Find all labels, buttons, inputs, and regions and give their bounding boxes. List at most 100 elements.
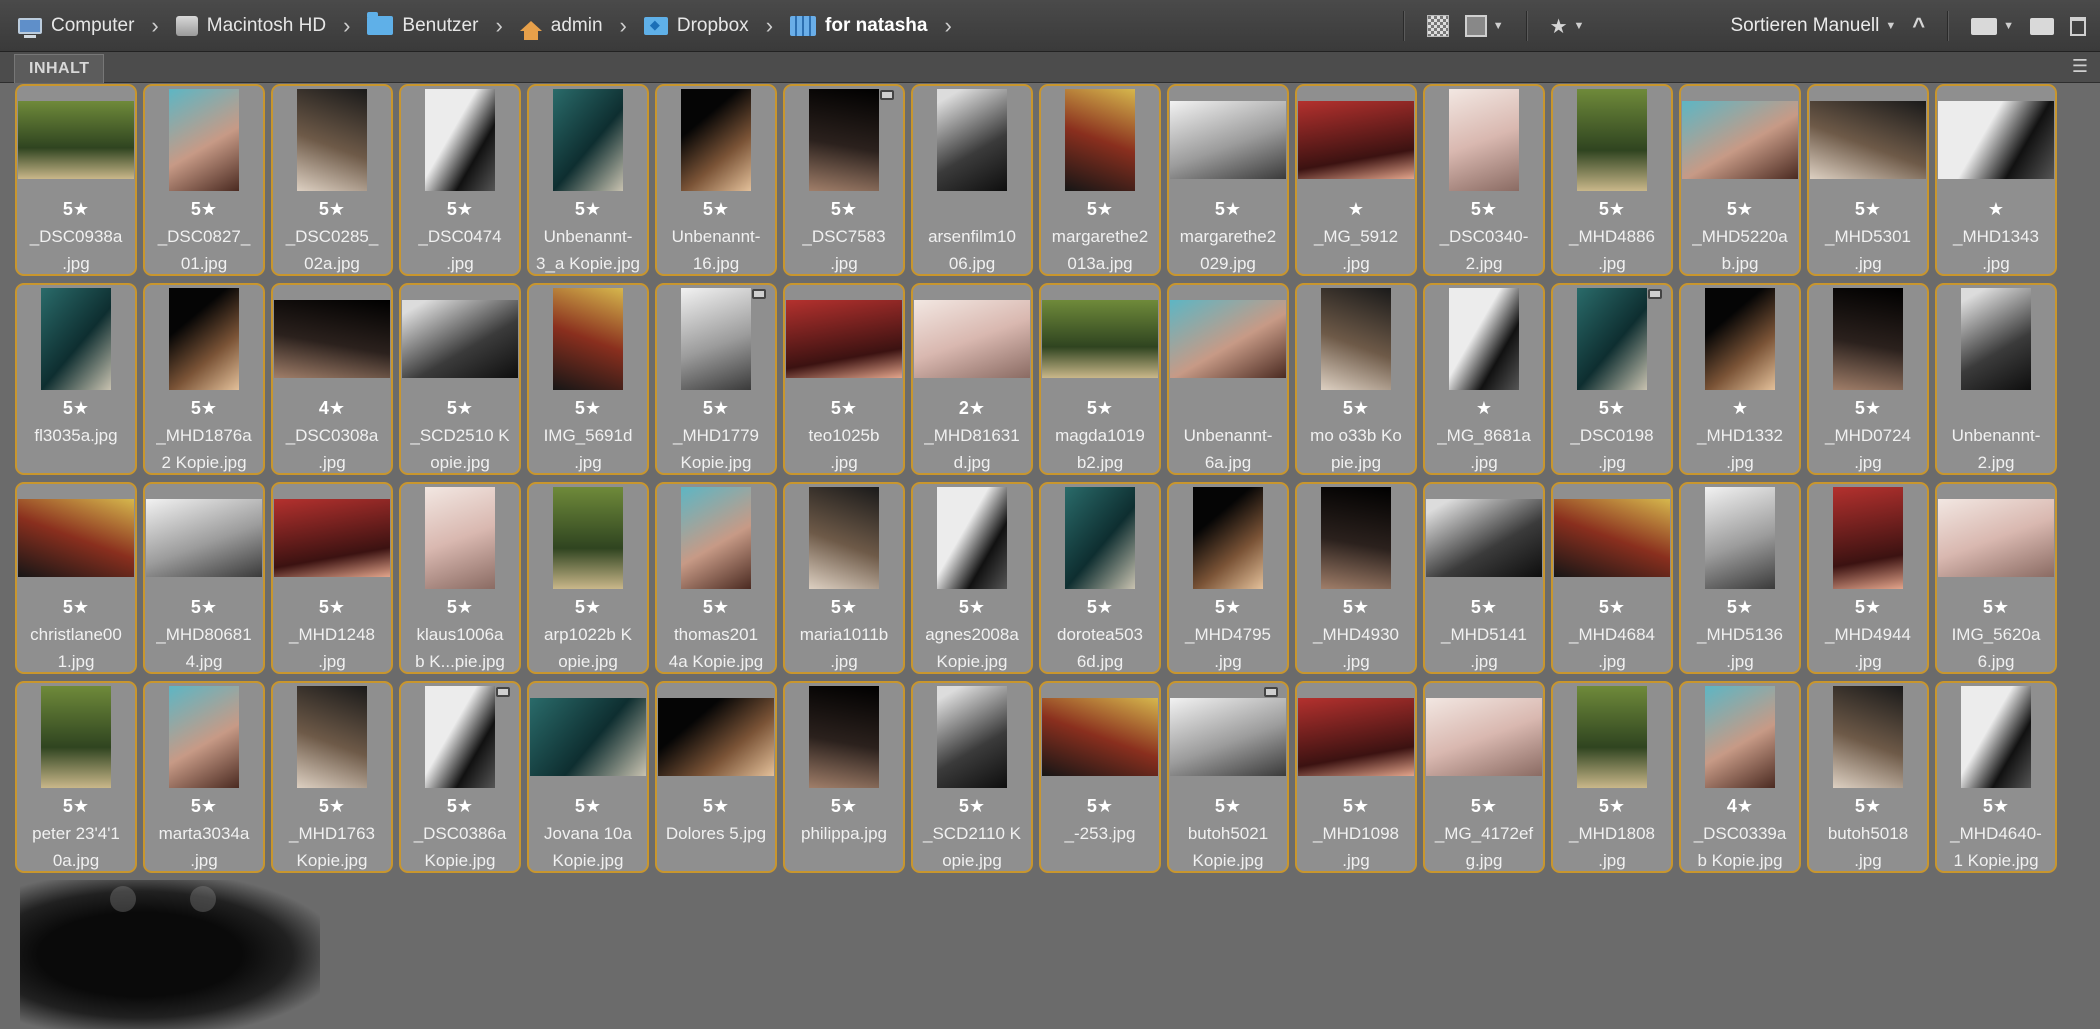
- stack-badge-icon[interactable]: [880, 90, 894, 100]
- thumbnail-item[interactable]: 5★ klaus1006a b K...pie.jpg: [399, 482, 521, 674]
- thumbnail-item[interactable]: Unbenannt- 2.jpg: [1935, 283, 2057, 475]
- thumbnail-item[interactable]: 5★ _DSC7583 .jpg: [783, 84, 905, 276]
- thumbnail-item[interactable]: 4★ _DSC0308a .jpg: [271, 283, 393, 475]
- file-name: butoh5018 .jpg: [1813, 820, 1923, 871]
- thumbnail-image-area: [1937, 486, 2055, 590]
- thumbnail-item[interactable]: 5★ _MHD1876a 2 Kopie.jpg: [143, 283, 265, 475]
- thumbnail-item[interactable]: 5★ agnes2008a Kopie.jpg: [911, 482, 1033, 674]
- thumbnail-item[interactable]: 5★ thomas201 4a Kopie.jpg: [655, 482, 777, 674]
- stack-badge-icon[interactable]: [1264, 687, 1278, 697]
- thumbnail-item[interactable]: 5★ magda1019 b2.jpg: [1039, 283, 1161, 475]
- rating-filter-button[interactable]: ★ ▼: [1542, 14, 1593, 39]
- thumbnail-item[interactable]: ★ _MHD1343 .jpg: [1935, 84, 2057, 276]
- thumbnail-item[interactable]: 5★ _MHD1808 .jpg: [1551, 681, 1673, 873]
- thumbnail-item[interactable]: 5★ _MHD5220a b.jpg: [1679, 84, 1801, 276]
- thumbnail-item[interactable]: 5★ _MHD4944 .jpg: [1807, 482, 1929, 674]
- breadcrumb-computer[interactable]: Computer: [14, 15, 138, 38]
- thumbnail-item[interactable]: 5★ _DSC0198 .jpg: [1551, 283, 1673, 475]
- thumbnail-item[interactable]: 5★ maria1011b .jpg: [783, 482, 905, 674]
- thumbnail-image-area: [913, 287, 1031, 391]
- thumbnail-item[interactable]: 5★ _DSC0938a .jpg: [15, 84, 137, 276]
- thumbnail-item[interactable]: 5★ _MHD80681 4.jpg: [143, 482, 265, 674]
- thumbnail-item[interactable]: ★ _MG_8681a .jpg: [1423, 283, 1545, 475]
- thumbnail-item[interactable]: 5★ arp1022b K opie.jpg: [527, 482, 649, 674]
- breadcrumb-benutzer[interactable]: Benutzer: [363, 12, 482, 37]
- thumbnail-item[interactable]: 5★ _MHD5136 .jpg: [1679, 482, 1801, 674]
- thumbnail-item[interactable]: 5★ margarethe2 029.jpg: [1167, 84, 1289, 276]
- thumbnail-item[interactable]: 5★ philippa.jpg: [783, 681, 905, 873]
- thumbnail-item[interactable]: 5★ _MHD4640- 1 Kopie.jpg: [1935, 681, 2057, 873]
- breadcrumb-macintosh-hd[interactable]: Macintosh HD: [172, 15, 330, 37]
- sort-dropdown[interactable]: Sortieren Manuell ▼: [1722, 15, 1904, 37]
- chevron-right-icon[interactable]: ›: [931, 13, 964, 39]
- thumbnail-item[interactable]: 5★ _DSC0386a Kopie.jpg: [399, 681, 521, 873]
- thumbnail-item[interactable]: 5★ IMG_5691d .jpg: [527, 283, 649, 475]
- rating-stars: 5★: [1214, 796, 1242, 816]
- thumbnail-item[interactable]: 5★ _MHD1763 Kopie.jpg: [271, 681, 393, 873]
- thumbnail-item[interactable]: 5★ _MHD1248 .jpg: [271, 482, 393, 674]
- thumbnail-item[interactable]: Unbenannt- 6a.jpg: [1167, 283, 1289, 475]
- thumbnail-item[interactable]: 5★ Dolores 5.jpg: [655, 681, 777, 873]
- thumbnail-item[interactable]: 5★ IMG_5620a 6.jpg: [1935, 482, 2057, 674]
- tab-inhalt[interactable]: INHALT: [14, 54, 105, 83]
- thumbnail-item[interactable]: 5★ _DSC0285_ 02a.jpg: [271, 84, 393, 276]
- thumbnail-item[interactable]: 5★ christlane00 1.jpg: [15, 482, 137, 674]
- thumbnail-image-area: [913, 486, 1031, 590]
- thumbnail-item[interactable]: ★ _MHD1332 .jpg: [1679, 283, 1801, 475]
- thumbnail-item[interactable]: 2★ _MHD81631 d.jpg: [911, 283, 1033, 475]
- thumbnail-image-area: [273, 486, 391, 590]
- thumbnail-item[interactable]: 5★ marta3034a .jpg: [143, 681, 265, 873]
- thumbnail-item[interactable]: 5★ _SCD2510 K opie.jpg: [399, 283, 521, 475]
- square-view-icon: [1464, 15, 1487, 37]
- file-name-line: _MHD80681: [156, 625, 252, 644]
- thumbnail-item[interactable]: 4★ _DSC0339a b Kopie.jpg: [1679, 681, 1801, 873]
- file-name: _DSC7583 .jpg: [789, 223, 899, 274]
- thumbnail-item[interactable]: 5★ _MHD5301 .jpg: [1807, 84, 1929, 276]
- thumbnail-item[interactable]: 5★ _SCD2110 K opie.jpg: [911, 681, 1033, 873]
- thumbnail-item[interactable]: 5★ mo o33b Ko pie.jpg: [1295, 283, 1417, 475]
- thumbnail-item[interactable]: 5★ _MHD4886 .jpg: [1551, 84, 1673, 276]
- photo-thumbnail: [1321, 288, 1391, 390]
- rating-stars: 5★: [1598, 398, 1626, 418]
- thumbnail-item[interactable]: 5★ margarethe2 013a.jpg: [1039, 84, 1161, 276]
- thumbnail-item[interactable]: 5★ _DSC0474 .jpg: [399, 84, 521, 276]
- open-recent-folder-button[interactable]: ▼: [1963, 17, 2022, 35]
- thumbnail-item[interactable]: 5★ fl3035a.jpg: [15, 283, 137, 475]
- delete-button[interactable]: [2062, 16, 2100, 36]
- new-folder-button[interactable]: [2022, 17, 2062, 35]
- panel-menu-icon[interactable]: ☰: [2072, 56, 2088, 77]
- thumbnail-quality-button[interactable]: [1419, 15, 1457, 37]
- stack-badge-icon[interactable]: [496, 687, 510, 697]
- file-name-line: .jpg: [574, 453, 602, 472]
- thumbnail-item[interactable]: 5★ _DSC0340- 2.jpg: [1423, 84, 1545, 276]
- stack-badge-icon[interactable]: [752, 289, 766, 299]
- thumbnail-item[interactable]: 5★ _DSC0827_ 01.jpg: [143, 84, 265, 276]
- thumbnail-item[interactable]: 5★ peter 23'4'1 0a.jpg: [15, 681, 137, 873]
- thumbnail-item[interactable]: arsenfilm10 06.jpg: [911, 84, 1033, 276]
- thumbnail-item[interactable]: 5★ dorotea503 6d.jpg: [1039, 482, 1161, 674]
- thumbnail-item[interactable]: 5★ _MHD1779 Kopie.jpg: [655, 283, 777, 475]
- thumbnail-item[interactable]: 5★ butoh5018 .jpg: [1807, 681, 1929, 873]
- thumbnail-image-area: [1041, 685, 1159, 789]
- thumbnail-item[interactable]: 5★ _MHD4930 .jpg: [1295, 482, 1417, 674]
- breadcrumb-dropbox[interactable]: Dropbox: [640, 15, 753, 37]
- photo-thumbnail: [809, 89, 879, 191]
- thumbnail-item[interactable]: 5★ Unbenannt- 16.jpg: [655, 84, 777, 276]
- breadcrumb-admin[interactable]: admin: [516, 15, 607, 40]
- thumbnail-item[interactable]: 5★ _MHD0724 .jpg: [1807, 283, 1929, 475]
- thumbnail-item[interactable]: 5★ _MHD4684 .jpg: [1551, 482, 1673, 674]
- stack-badge-icon[interactable]: [1648, 289, 1662, 299]
- thumbnail-item[interactable]: 5★ Unbenannt- 3_a Kopie.jpg: [527, 84, 649, 276]
- thumbnail-item[interactable]: 5★ butoh5021 Kopie.jpg: [1167, 681, 1289, 873]
- thumbnail-item[interactable]: ★ _MG_5912 .jpg: [1295, 84, 1417, 276]
- sort-direction-button[interactable]: ^: [1904, 13, 1933, 39]
- thumbnail-item[interactable]: 5★ _MG_4172ef g.jpg: [1423, 681, 1545, 873]
- breadcrumb-for-natasha[interactable]: for natasha: [786, 15, 931, 37]
- thumbnail-item[interactable]: 5★ _MHD4795 .jpg: [1167, 482, 1289, 674]
- thumbnail-item[interactable]: 5★ _MHD5141 .jpg: [1423, 482, 1545, 674]
- thumbnail-item[interactable]: 5★ teo1025b .jpg: [783, 283, 905, 475]
- thumbnail-item[interactable]: 5★ _MHD1098 .jpg: [1295, 681, 1417, 873]
- view-mode-button[interactable]: ▼: [1457, 15, 1512, 37]
- thumbnail-item[interactable]: 5★ Jovana 10a Kopie.jpg: [527, 681, 649, 873]
- thumbnail-item[interactable]: 5★ _-253.jpg: [1039, 681, 1161, 873]
